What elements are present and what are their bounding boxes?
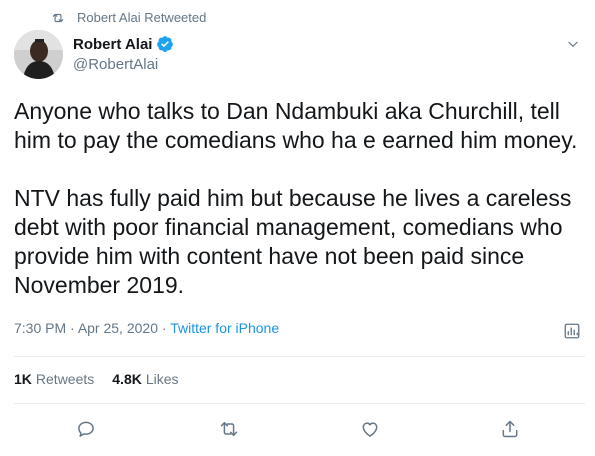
- divider: [14, 403, 585, 404]
- author-display-name[interactable]: Robert Alai: [73, 36, 152, 53]
- tweet-meta: 7:30 PM · Apr 25, 2020 · Twitter for iPh…: [14, 320, 279, 336]
- tweet-paragraph: NTV has fully paid him but because he li…: [14, 185, 572, 298]
- likes-count: 4.8K: [112, 371, 142, 387]
- meta-separator: ·: [66, 320, 78, 336]
- retweets-label: Retweets: [35, 371, 95, 387]
- tweet-paragraph: Anyone who talks to Dan Ndambuki aka Chu…: [14, 98, 578, 153]
- tweet-time[interactable]: 7:30 PM: [14, 320, 66, 336]
- analytics-icon[interactable]: [563, 322, 581, 340]
- share-icon: [502, 420, 518, 438]
- likes-stat[interactable]: 4.8K Likes: [112, 371, 178, 387]
- divider: [14, 356, 585, 357]
- retweet-context[interactable]: Robert Alai Retweeted: [51, 10, 207, 25]
- retweet-button[interactable]: [218, 418, 240, 440]
- share-button[interactable]: [499, 418, 521, 440]
- verified-badge-icon: [157, 36, 174, 52]
- retweet-context-text: Robert Alai Retweeted: [77, 10, 207, 25]
- heart-icon: [362, 422, 378, 437]
- meta-separator: ·: [157, 320, 171, 336]
- tweet-actions: [0, 418, 595, 440]
- reply-button[interactable]: [75, 418, 97, 440]
- tweet-card: Robert Alai Retweeted Robert Alai @Rober…: [0, 0, 595, 456]
- author-handle[interactable]: @RobertAlai: [73, 56, 174, 73]
- retweet-icon: [52, 13, 64, 22]
- chevron-down-icon[interactable]: [566, 37, 580, 51]
- tweet-source[interactable]: Twitter for iPhone: [170, 320, 279, 336]
- retweets-stat[interactable]: 1K Retweets: [14, 371, 94, 387]
- likes-label: Likes: [145, 371, 179, 387]
- tweet-date[interactable]: Apr 25, 2020: [78, 320, 158, 336]
- retweets-count: 1K: [14, 371, 32, 387]
- tweet-stats: 1K Retweets 4.8K Likes: [14, 371, 179, 387]
- avatar[interactable]: [14, 30, 63, 79]
- tweet-text: Anyone who talks to Dan Ndambuki aka Chu…: [14, 97, 584, 300]
- like-button[interactable]: [359, 418, 381, 440]
- reply-icon: [78, 421, 94, 437]
- retweet-icon: [220, 422, 238, 436]
- author-block: Robert Alai @RobertAlai: [73, 35, 174, 73]
